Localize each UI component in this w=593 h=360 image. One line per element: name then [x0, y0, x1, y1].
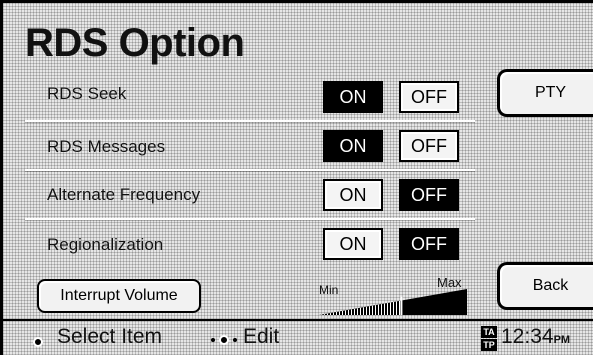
volume-level-mark	[351, 309, 352, 315]
volume-level-mark	[330, 313, 331, 315]
back-button-label: Back	[533, 277, 569, 295]
rds-messages-on-button[interactable]: ON	[323, 130, 383, 162]
pty-button-label: PTY	[535, 84, 566, 102]
volume-level-mark	[393, 302, 394, 315]
volume-level-mark	[363, 307, 364, 315]
rds-option-screen: RDS Option RDS Seek ON OFF RDS Messages …	[0, 0, 593, 355]
volume-min-label: Min	[319, 283, 338, 297]
rds-messages-label: RDS Messages	[47, 137, 165, 157]
volume-level-mark	[387, 303, 388, 315]
ta-badge: TA	[481, 326, 497, 338]
volume-level-mark	[399, 301, 400, 315]
interrupt-volume-label: Interrupt Volume	[60, 287, 177, 305]
interrupt-volume-slider[interactable]: Min Max	[311, 269, 471, 319]
alternate-frequency-on-button[interactable]: ON	[323, 179, 383, 211]
edit-hint: Edit	[243, 325, 279, 349]
clock-time: 12:34	[501, 325, 554, 348]
volume-max-label: Max	[437, 275, 462, 290]
volume-level-mark	[369, 306, 370, 315]
volume-level-mark	[342, 311, 343, 315]
volume-level-mark	[339, 311, 340, 315]
volume-level-mark	[396, 301, 397, 315]
volume-level-mark	[324, 314, 325, 315]
edit-knob-icon	[211, 335, 237, 347]
row-divider	[25, 120, 475, 122]
volume-level-mark	[357, 308, 358, 315]
interrupt-volume-button[interactable]: Interrupt Volume	[37, 279, 201, 313]
volume-level-mark	[378, 305, 379, 315]
regionalization-on-button[interactable]: ON	[323, 228, 383, 260]
page-title: RDS Option	[25, 21, 244, 66]
alternate-frequency-label: Alternate Frequency	[47, 185, 200, 205]
tp-badge: TP	[481, 339, 497, 351]
volume-level-mark	[390, 303, 391, 315]
row-divider	[25, 218, 475, 220]
volume-level-mark	[345, 310, 346, 315]
regionalization-label: Regionalization	[47, 235, 163, 255]
clock-ampm: PM	[554, 334, 571, 346]
alternate-frequency-off-button[interactable]: OFF	[399, 179, 459, 211]
select-item-hint: Select Item	[57, 325, 162, 349]
volume-level-marker[interactable]	[400, 297, 402, 315]
select-knob-icon	[33, 337, 43, 347]
row-divider	[25, 169, 475, 171]
clock: 12:34PM	[501, 325, 570, 349]
volume-level-mark	[381, 304, 382, 315]
regionalization-off-button[interactable]: OFF	[399, 228, 459, 260]
rds-seek-off-button[interactable]: OFF	[399, 81, 459, 113]
volume-level-mark	[354, 309, 355, 315]
volume-level-mark	[333, 313, 334, 315]
volume-level-mark	[327, 314, 328, 315]
volume-level-mark	[384, 304, 385, 315]
volume-level-mark	[366, 307, 367, 315]
rds-messages-off-button[interactable]: OFF	[399, 130, 459, 162]
back-button[interactable]: Back	[497, 262, 593, 310]
pty-button[interactable]: PTY	[497, 69, 593, 117]
volume-level-mark	[336, 312, 337, 315]
rds-seek-on-button[interactable]: ON	[323, 81, 383, 113]
volume-level-mark	[360, 308, 361, 315]
rds-seek-label: RDS Seek	[47, 84, 126, 104]
volume-level-mark	[372, 306, 373, 315]
volume-level-mark	[348, 310, 349, 315]
volume-level-mark	[375, 305, 376, 315]
